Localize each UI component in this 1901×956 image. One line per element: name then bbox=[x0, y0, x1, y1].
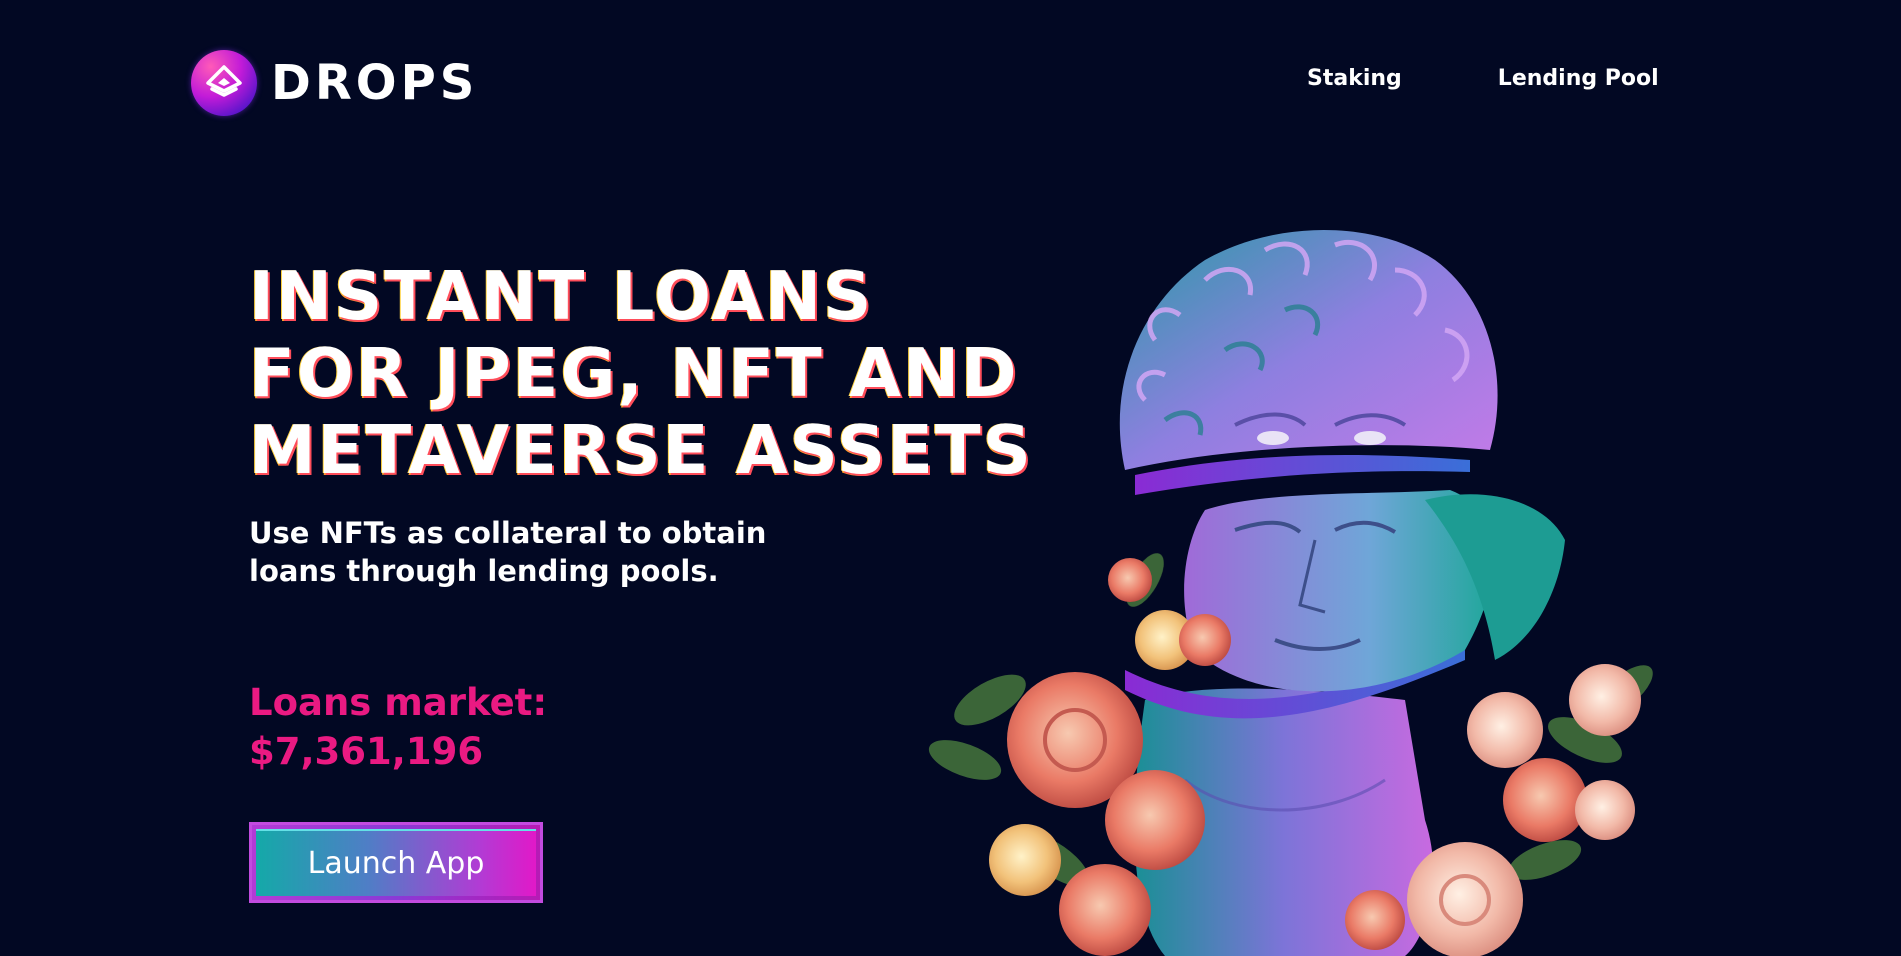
main-nav: Staking Lending Pool bbox=[1307, 66, 1659, 91]
drops-logo-icon bbox=[191, 50, 257, 116]
launch-app-button-face: Launch App bbox=[256, 829, 536, 896]
launch-app-label: Launch App bbox=[307, 846, 485, 881]
site-header: DROPS Staking Lending Pool bbox=[0, 0, 1901, 165]
launch-app-button[interactable]: Launch App bbox=[249, 822, 543, 903]
hero-bust-illustration bbox=[905, 220, 1675, 956]
bust-with-roses-image bbox=[928, 230, 1653, 956]
nav-link-lending-pool[interactable]: Lending Pool bbox=[1498, 66, 1659, 91]
loans-market-value: $7,361,196 bbox=[249, 730, 484, 773]
home-logo-link[interactable]: DROPS bbox=[191, 50, 478, 116]
landing-page: DROPS Staking Lending Pool INSTANT LOANS… bbox=[0, 0, 1901, 956]
hero-subtitle: Use NFTs as collateral to obtain loans t… bbox=[249, 516, 767, 588]
loans-market-label: Loans market: bbox=[249, 681, 548, 724]
loans-market-stat: Loans market: $7,361,196 bbox=[249, 678, 749, 776]
brand-name: DROPS bbox=[271, 55, 479, 111]
nav-link-staking[interactable]: Staking bbox=[1307, 66, 1402, 91]
